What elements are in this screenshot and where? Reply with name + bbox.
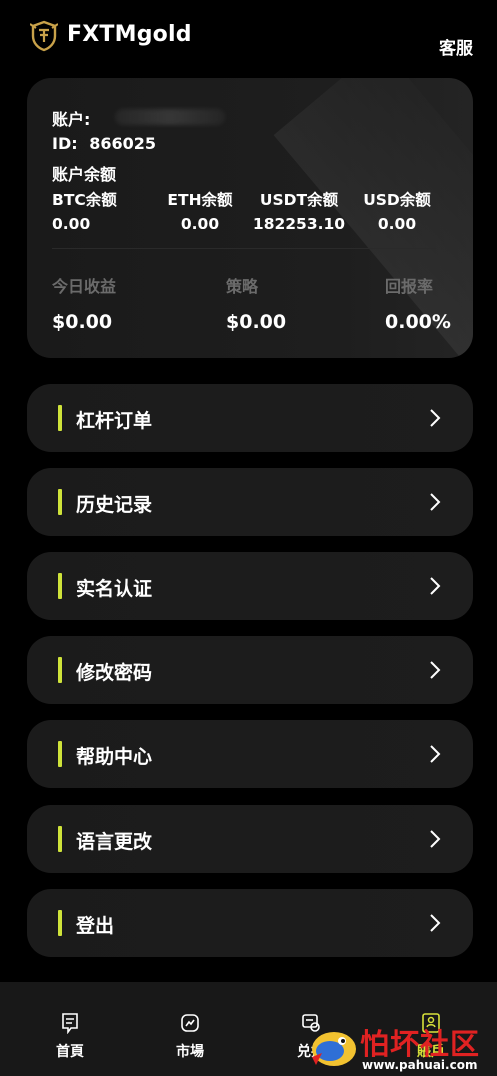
chart-trend-icon (181, 1014, 199, 1032)
menu-accent-bar (58, 405, 62, 431)
account-id: ID: 866025 (52, 134, 156, 153)
watermark-url: www.pahuai.com (362, 1058, 478, 1072)
btc-balance-label: BTC余额 (52, 191, 117, 209)
return-rate-label: 回报率 (385, 277, 434, 296)
chevron-right-icon (430, 493, 441, 511)
menu-item-history[interactable]: 历史记录 (27, 468, 473, 536)
nav-label: 首頁 (56, 1044, 84, 1060)
menu-item-label: 语言更改 (76, 831, 153, 853)
menu-accent-bar (58, 573, 62, 599)
chevron-right-icon (430, 577, 441, 595)
app-header: FXTMgold 客服 (0, 0, 497, 76)
home-chat-icon (62, 1013, 78, 1034)
account-name-redacted (115, 109, 225, 125)
menu-item-label: 修改密码 (76, 662, 153, 684)
shield-logo-icon (30, 20, 58, 52)
return-rate-value: 0.00% (385, 311, 451, 333)
menu-item-logout[interactable]: 登出 (27, 889, 473, 957)
usdt-balance-value: 182253.10 (252, 215, 346, 233)
account-card: 账户: ID: 866025 账户余额 BTC余额 0.00 ETH余额 0.0… (27, 78, 473, 358)
watermark-text: 怕坏社区 (360, 1027, 481, 1061)
chevron-right-icon (430, 745, 441, 763)
usd-balance-label: USD余额 (363, 191, 431, 209)
menu-item-verification[interactable]: 实名认证 (27, 552, 473, 620)
watermark-overlay: 怕坏社区 www.pahuai.com (302, 1017, 497, 1076)
menu-item-help-center[interactable]: 帮助中心 (27, 720, 473, 788)
today-earnings-value: $0.00 (52, 311, 113, 333)
chevron-right-icon (430, 409, 441, 427)
watermark-mascot-icon (312, 1032, 356, 1066)
menu-accent-bar (58, 910, 62, 936)
menu-item-label: 登出 (76, 915, 115, 937)
eth-balance-value: 0.00 (180, 215, 220, 233)
menu-accent-bar (58, 826, 62, 852)
btc-balance-value: 0.00 (52, 215, 91, 233)
menu-accent-bar (58, 741, 62, 767)
menu-item-label: 实名认证 (76, 578, 153, 600)
today-earnings-label: 今日收益 (52, 277, 117, 296)
account-label: 账户: (52, 110, 91, 129)
menu-accent-bar (58, 657, 62, 683)
chevron-right-icon (430, 661, 441, 679)
usdt-balance-label: USDT余额 (259, 191, 339, 209)
usd-balance-value: 0.00 (377, 215, 417, 233)
menu-item-leverage-orders[interactable]: 杠杆订单 (27, 384, 473, 452)
strategy-value: $0.00 (226, 311, 287, 333)
app-title: FXTMgold (67, 22, 192, 47)
card-divider (52, 248, 436, 249)
menu-item-change-password[interactable]: 修改密码 (27, 636, 473, 704)
chevron-right-icon (430, 914, 441, 932)
account-id-label: ID: (52, 134, 78, 153)
menu-item-language[interactable]: 语言更改 (27, 805, 473, 873)
account-id-value: 866025 (89, 134, 157, 153)
account-balance-title: 账户余额 (52, 165, 117, 184)
eth-balance-label: ETH余额 (167, 191, 233, 209)
menu-item-label: 帮助中心 (76, 746, 153, 768)
menu-item-label: 杠杆订单 (76, 410, 153, 432)
nav-item-home[interactable]: 首頁 (8, 982, 132, 1076)
nav-label: 市場 (176, 1044, 204, 1060)
nav-item-market[interactable]: 市場 (128, 982, 252, 1076)
customer-service-link[interactable]: 客服 (439, 34, 473, 59)
menu-item-label: 历史记录 (76, 494, 153, 516)
menu-accent-bar (58, 489, 62, 515)
chevron-right-icon (430, 830, 441, 848)
strategy-label: 策略 (226, 277, 259, 296)
